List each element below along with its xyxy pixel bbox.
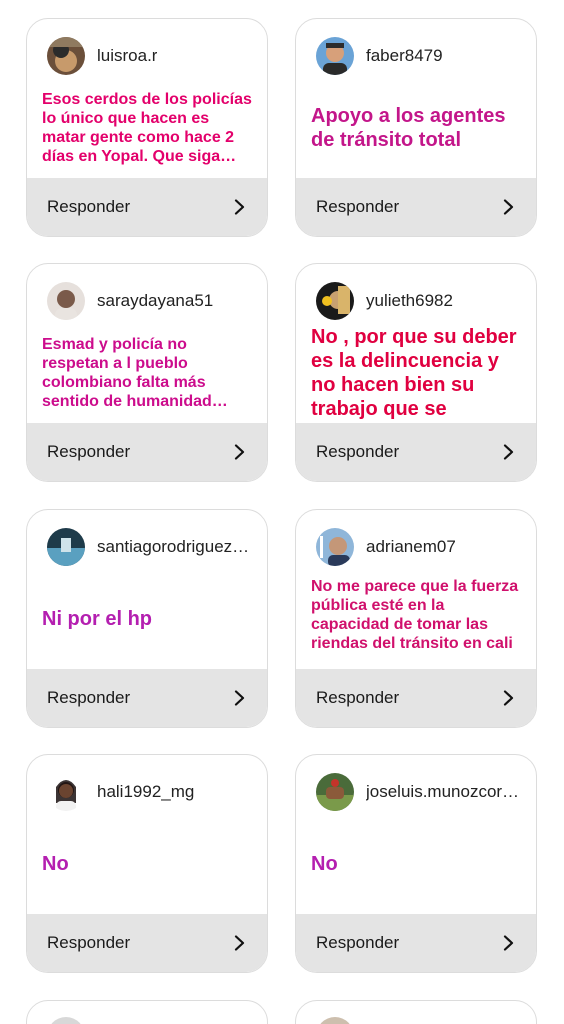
comment-text: Ni por el hp	[42, 608, 152, 630]
reply-button[interactable]: Responder	[27, 669, 267, 727]
reply-card: yulieth6982 No , por que su deber es la …	[295, 263, 537, 482]
comment-text: Esos cerdos de los policías lo único que…	[42, 91, 252, 165]
reply-label: Responder	[47, 933, 131, 952]
chevron-right-icon	[233, 199, 247, 215]
comment-text: Esmad y policía no respetan a l pueblo c…	[42, 336, 228, 410]
comment-text: No me parece que la fuerza pública esté …	[311, 578, 519, 652]
username[interactable]: saraydayana51	[97, 291, 213, 311]
avatar[interactable]	[47, 528, 85, 566]
reply-card: faber8479 Apoyo a los agentes de tránsit…	[295, 18, 537, 237]
reply-button[interactable]: Responder	[296, 914, 536, 972]
reply-button[interactable]: Responder	[27, 423, 267, 481]
avatar[interactable]	[316, 37, 354, 75]
comment-text: Apoyo a los agentes de tránsito total	[311, 105, 506, 151]
reply-label: Responder	[316, 442, 400, 461]
avatar[interactable]	[47, 37, 85, 75]
reply-card: santiagorodriguez… Ni por el hp Responde…	[26, 509, 268, 728]
avatar[interactable]	[316, 528, 354, 566]
username[interactable]: joseluis.munozcor…	[366, 782, 519, 802]
comment-text: No	[311, 853, 338, 875]
reply-card: saraydayana51 Esmad y policía no respeta…	[26, 263, 268, 482]
reply-card: luisroa.r Esos cerdos de los policías lo…	[26, 18, 268, 237]
reply-button[interactable]: Responder	[27, 914, 267, 972]
reply-card: hali1992_mg No Responder	[26, 754, 268, 973]
chevron-right-icon	[233, 935, 247, 951]
reply-label: Responder	[47, 197, 131, 216]
reply-button[interactable]: Responder	[296, 423, 536, 481]
username[interactable]: yulieth6982	[366, 291, 453, 311]
reply-label: Responder	[47, 688, 131, 707]
card-header: adrianem07	[316, 528, 456, 566]
card-header: faber8479	[316, 37, 443, 75]
reply-card-partial	[295, 1000, 537, 1024]
username[interactable]: santiagorodriguez…	[97, 537, 249, 557]
avatar[interactable]	[47, 282, 85, 320]
replies-grid: luisroa.r Esos cerdos de los policías lo…	[0, 0, 564, 1024]
card-header: santiagorodriguez…	[47, 528, 249, 566]
comment-text: No	[42, 853, 69, 875]
reply-card: joseluis.munozcor… No Responder	[295, 754, 537, 973]
card-header: saraydayana51	[47, 282, 213, 320]
username[interactable]: luisroa.r	[97, 46, 157, 66]
reply-label: Responder	[316, 688, 400, 707]
chevron-right-icon	[233, 690, 247, 706]
card-header: yulieth6982	[316, 282, 453, 320]
card-header: hali1992_mg	[47, 773, 194, 811]
reply-card: adrianem07 No me parece que la fuerza pú…	[295, 509, 537, 728]
reply-card-partial	[26, 1000, 268, 1024]
chevron-right-icon	[502, 690, 516, 706]
username[interactable]: hali1992_mg	[97, 782, 194, 802]
reply-button[interactable]: Responder	[27, 178, 267, 236]
reply-label: Responder	[316, 197, 400, 216]
reply-button[interactable]: Responder	[296, 669, 536, 727]
avatar[interactable]	[316, 282, 354, 320]
chevron-right-icon	[233, 444, 247, 460]
chevron-right-icon	[502, 199, 516, 215]
card-header: joseluis.munozcor…	[316, 773, 519, 811]
chevron-right-icon	[502, 444, 516, 460]
reply-label: Responder	[47, 442, 131, 461]
card-header: luisroa.r	[47, 37, 157, 75]
reply-button[interactable]: Responder	[296, 178, 536, 236]
reply-label: Responder	[316, 933, 400, 952]
username[interactable]: adrianem07	[366, 537, 456, 557]
avatar[interactable]	[316, 773, 354, 811]
avatar	[316, 1017, 354, 1024]
avatar[interactable]	[47, 773, 85, 811]
chevron-right-icon	[502, 935, 516, 951]
username[interactable]: faber8479	[366, 46, 443, 66]
avatar	[47, 1017, 85, 1024]
